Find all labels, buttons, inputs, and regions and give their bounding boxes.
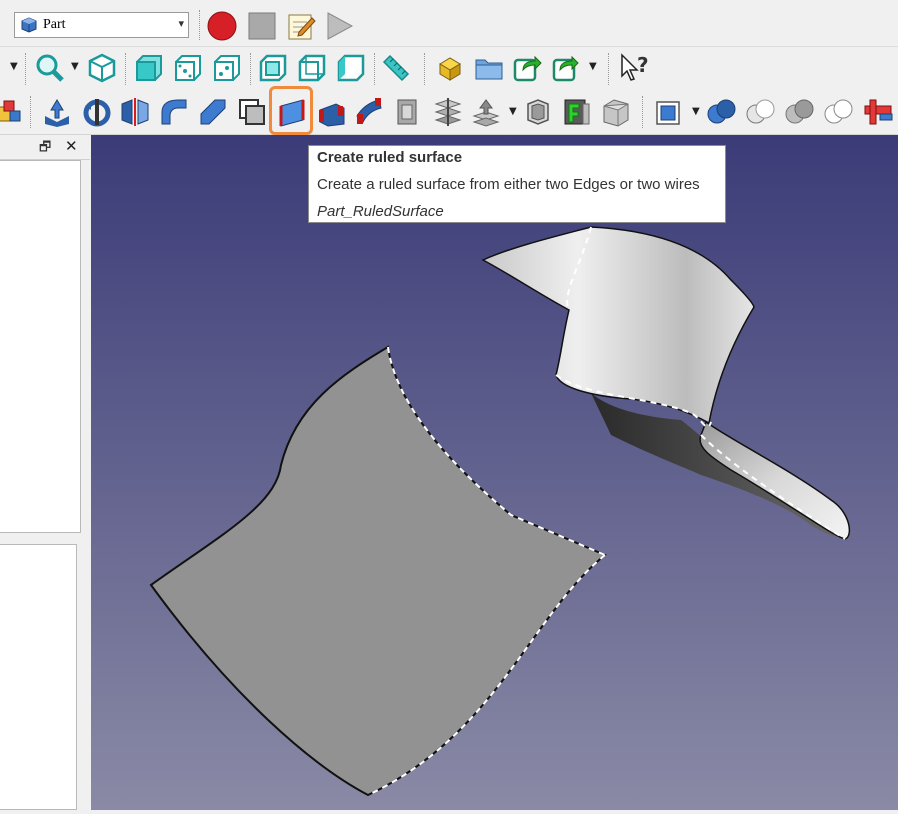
mirror-icon[interactable] bbox=[119, 96, 151, 128]
tooltip-command: Part_RuledSurface bbox=[317, 203, 444, 220]
toolbar-row-2: ▼ ▼ ▼ ? bbox=[0, 47, 898, 90]
make-part-icon[interactable] bbox=[434, 52, 466, 84]
isometric-view-icon[interactable] bbox=[86, 52, 118, 84]
chevron-down-icon[interactable]: ▼ bbox=[71, 61, 79, 72]
model-tree[interactable] bbox=[0, 160, 81, 533]
tooltip: Create ruled surface Create a ruled surf… bbox=[308, 145, 726, 223]
chevron-down-icon[interactable]: ▼ bbox=[509, 106, 517, 117]
viewport-canvas bbox=[91, 135, 898, 810]
ruled-surface-highlight bbox=[269, 86, 313, 135]
offset-tools-icon[interactable] bbox=[470, 96, 502, 128]
stop-macro-icon[interactable] bbox=[246, 10, 278, 42]
section-boolean-icon[interactable] bbox=[823, 96, 855, 128]
chevron-down-icon[interactable]: ▼ bbox=[692, 106, 700, 117]
edit-macro-icon[interactable] bbox=[285, 10, 317, 42]
combo-view-panel: 🗗 ✕ bbox=[0, 135, 90, 810]
chevron-down-icon[interactable]: ▼ bbox=[10, 61, 18, 72]
primitives-icon[interactable] bbox=[0, 97, 24, 129]
toolbar-row-1: Part ▾ bbox=[0, 0, 898, 47]
property-view[interactable] bbox=[0, 544, 77, 810]
revolve-icon[interactable] bbox=[81, 96, 113, 128]
execute-macro-icon[interactable] bbox=[323, 10, 355, 42]
link-icon[interactable] bbox=[511, 52, 543, 84]
workbench-selector[interactable]: Part ▾ bbox=[14, 12, 189, 38]
3d-viewport[interactable] bbox=[91, 135, 898, 810]
top-view-icon[interactable] bbox=[172, 52, 204, 84]
front-view-icon[interactable] bbox=[133, 52, 165, 84]
float-panel-icon[interactable]: 🗗 bbox=[39, 138, 51, 160]
toolbar-row-3: ▼ ▼ bbox=[0, 90, 898, 135]
record-macro-icon[interactable] bbox=[206, 10, 238, 42]
whats-this-icon[interactable]: ? bbox=[618, 52, 650, 84]
rear-view-icon[interactable] bbox=[257, 52, 289, 84]
make-face-icon[interactable] bbox=[236, 96, 268, 128]
panel-header: 🗗 ✕ bbox=[0, 135, 90, 160]
split-icon[interactable] bbox=[862, 96, 894, 128]
chevron-down-icon: ▾ bbox=[178, 17, 184, 30]
cut-icon[interactable] bbox=[706, 96, 738, 128]
common-icon[interactable] bbox=[784, 96, 816, 128]
extrude-icon[interactable] bbox=[41, 96, 73, 128]
cross-sections-icon[interactable] bbox=[432, 96, 464, 128]
section-icon[interactable] bbox=[392, 96, 424, 128]
right-view-icon[interactable] bbox=[211, 52, 243, 84]
close-icon[interactable]: ✕ bbox=[65, 137, 78, 155]
sweep-icon[interactable] bbox=[353, 96, 385, 128]
tooltip-description: Create a ruled surface from either two E… bbox=[317, 176, 700, 193]
fillet-icon[interactable] bbox=[158, 96, 190, 128]
bottom-view-icon[interactable] bbox=[296, 52, 328, 84]
chamfer-icon[interactable] bbox=[197, 96, 229, 128]
boolean-icon[interactable] bbox=[653, 96, 685, 128]
projection-on-surface-icon[interactable] bbox=[561, 96, 593, 128]
zoom-icon[interactable] bbox=[34, 52, 66, 84]
left-view-icon[interactable] bbox=[335, 52, 367, 84]
thickness-icon[interactable] bbox=[522, 96, 554, 128]
link-actions-icon[interactable] bbox=[550, 52, 582, 84]
measure-distance-icon[interactable] bbox=[380, 52, 412, 84]
workbench-label: Part bbox=[43, 17, 66, 32]
loft-icon[interactable] bbox=[316, 96, 348, 128]
svg-text:?: ? bbox=[637, 53, 649, 77]
chevron-down-icon[interactable]: ▼ bbox=[589, 61, 597, 72]
part-cube-icon bbox=[21, 17, 37, 33]
fuse-icon[interactable] bbox=[745, 96, 777, 128]
tooltip-title: Create ruled surface bbox=[317, 149, 463, 166]
create-group-icon[interactable] bbox=[473, 52, 505, 84]
compound-icon[interactable] bbox=[600, 96, 632, 128]
